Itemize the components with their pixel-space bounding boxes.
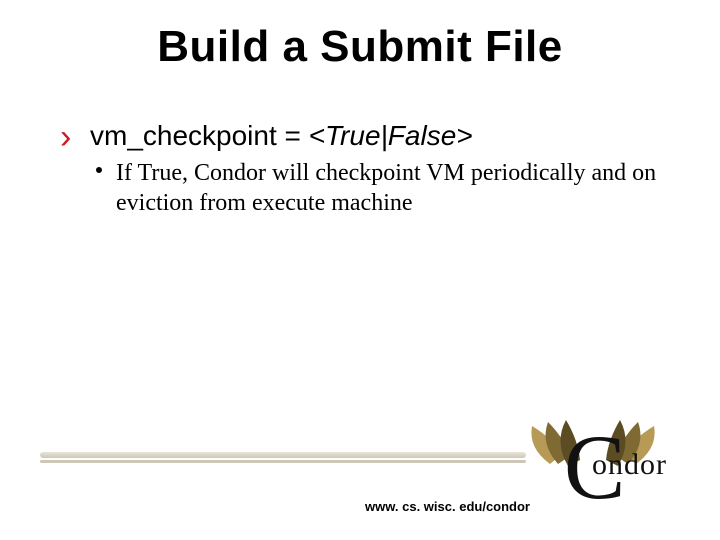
sub-rest: Condor will checkpoint VM periodically a…	[116, 160, 656, 216]
dot-icon	[96, 167, 102, 173]
condor-logo: C ondor	[526, 404, 694, 522]
slide: Build a Submit File › vm_checkpoint = <T…	[0, 0, 720, 540]
setting-value: <True|False>	[309, 120, 473, 151]
slide-body: › vm_checkpoint = <True|False> If True, …	[60, 120, 660, 218]
bullet-level2: If True, Condor will checkpoint VM perio…	[60, 158, 660, 218]
angle-icon: ›	[60, 118, 71, 157]
footer-url: www. cs. wisc. edu/condor	[0, 499, 530, 514]
setting-key: vm_checkpoint =	[90, 120, 309, 151]
sub-lead: If True,	[116, 160, 194, 186]
slide-title: Build a Submit File	[0, 22, 720, 72]
logo-text: ondor	[592, 448, 667, 482]
bullet-level1: › vm_checkpoint = <True|False>	[60, 120, 660, 152]
